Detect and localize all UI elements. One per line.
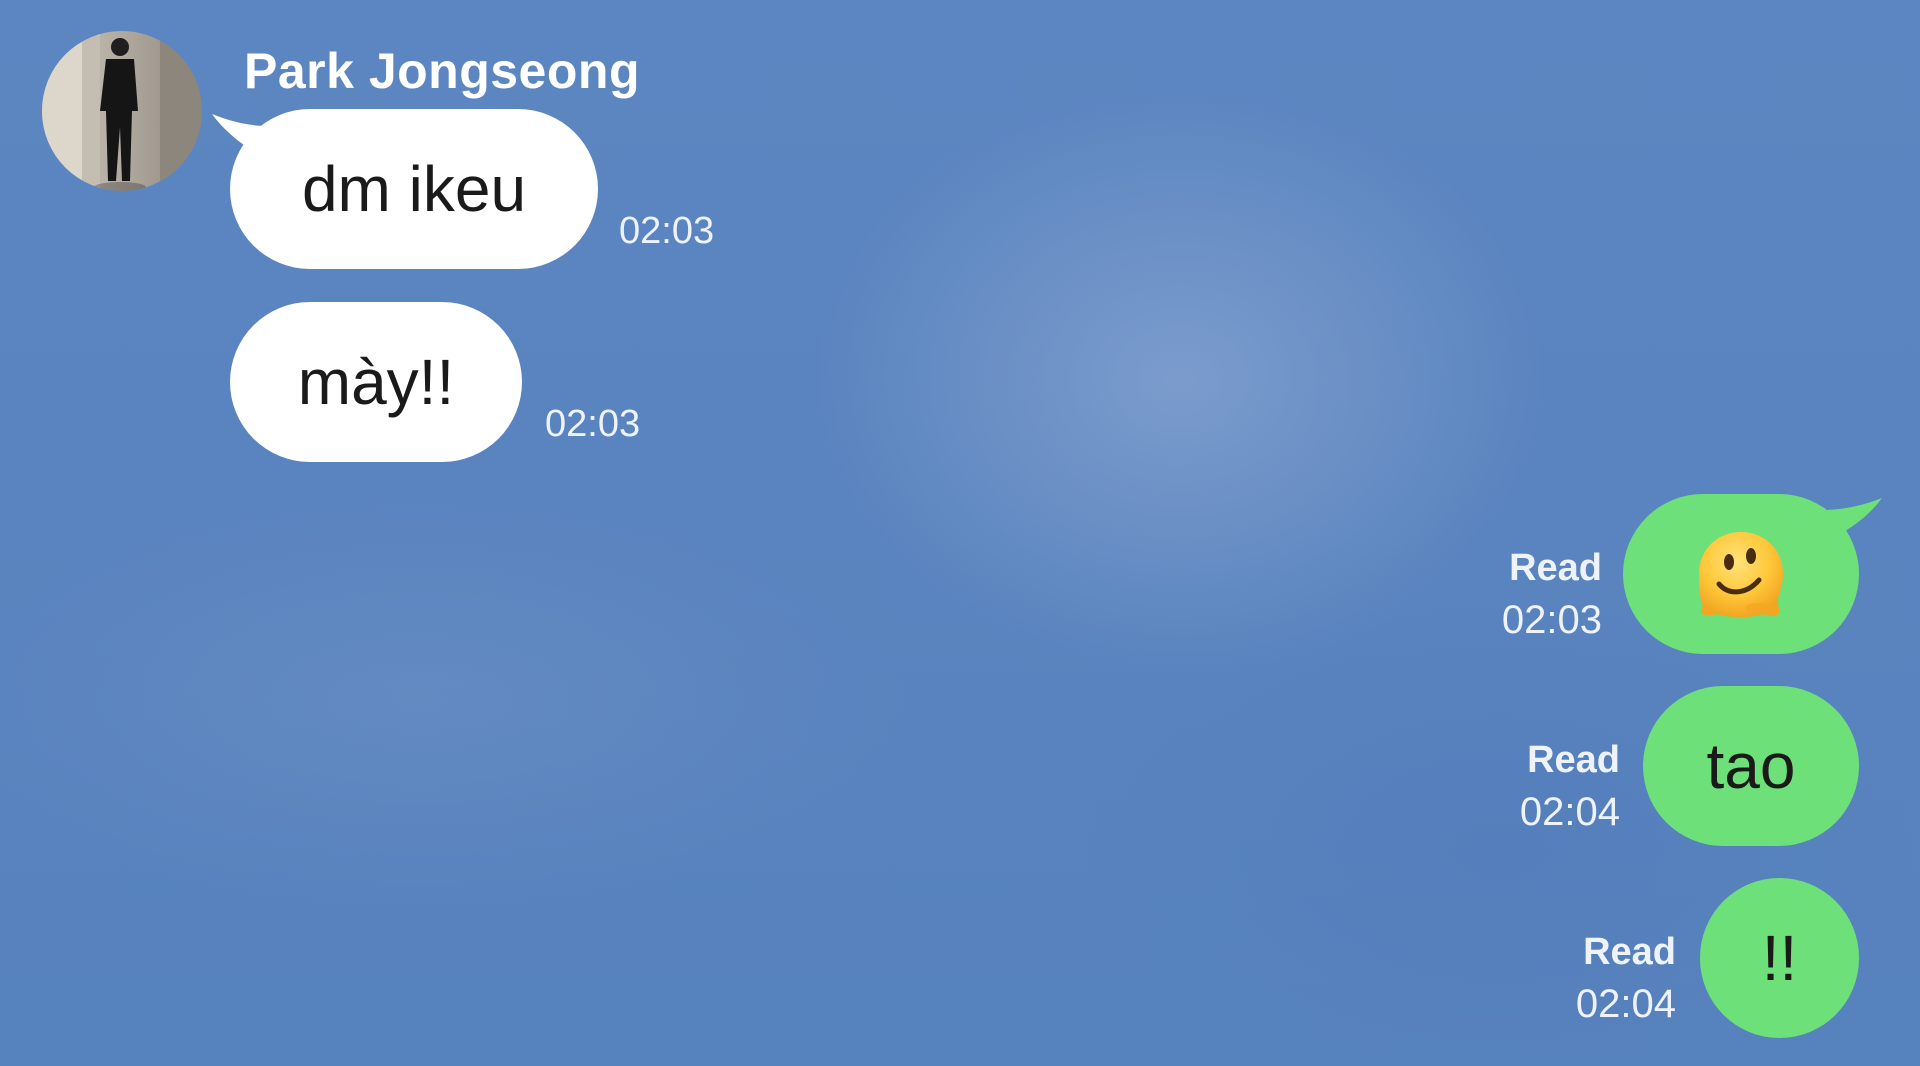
message-timestamp: 02:04 <box>1575 982 1676 1026</box>
message-meta: Read 02:04 <box>1546 928 1676 1032</box>
outgoing-message[interactable]: tao <box>1643 686 1859 846</box>
message-meta: Read 02:03 <box>1470 544 1602 648</box>
person-photo-icon <box>42 31 202 191</box>
outgoing-message[interactable] <box>1623 494 1859 654</box>
message-meta: Read 02:04 <box>1490 736 1620 840</box>
message-timestamp: 02:03 <box>1501 598 1602 642</box>
outgoing-message[interactable]: !! <box>1700 878 1859 1038</box>
message-text: !! <box>1761 922 1798 994</box>
read-receipt: Read <box>1527 739 1620 781</box>
melting-face-emoji-icon <box>1699 532 1783 617</box>
contact-avatar[interactable] <box>42 31 202 191</box>
chat-view: Park Jongseong dm ikeu 02:03 mày!! 02:03 <box>0 0 1920 1066</box>
incoming-message[interactable]: mày!! <box>230 302 522 462</box>
incoming-message[interactable]: dm ikeu <box>230 109 598 269</box>
message-timestamp: 02:04 <box>1519 790 1620 834</box>
message-text: mày!! <box>297 346 455 418</box>
read-receipt: Read <box>1583 931 1676 973</box>
message-text: dm ikeu <box>301 153 527 225</box>
message-timestamp: 02:03 <box>619 210 715 252</box>
contact-name: Park Jongseong <box>244 43 640 99</box>
message-text: tao <box>1706 730 1796 802</box>
read-receipt: Read <box>1509 547 1602 589</box>
message-timestamp: 02:03 <box>545 403 641 445</box>
